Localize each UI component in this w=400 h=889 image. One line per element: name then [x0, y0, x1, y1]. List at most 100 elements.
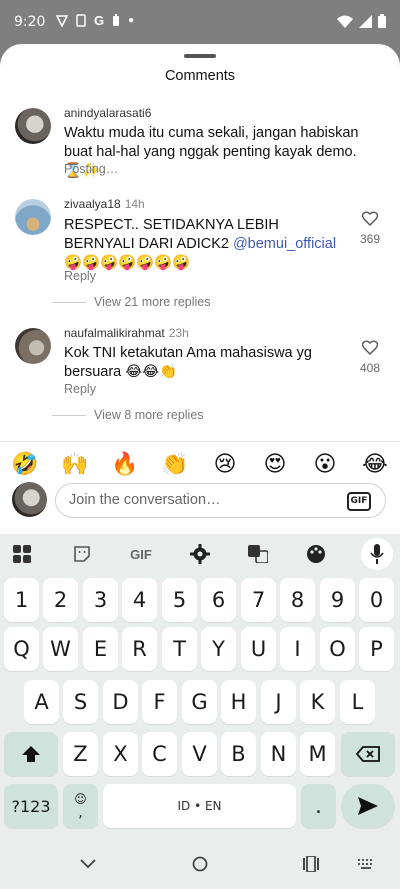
- emoji-button[interactable]: 😂: [360, 451, 390, 477]
- key[interactable]: I: [280, 627, 315, 671]
- key[interactable]: Y: [201, 627, 236, 671]
- shift-key[interactable]: [4, 732, 58, 776]
- status-notification-icons: G ●: [56, 13, 134, 28]
- key[interactable]: F: [142, 680, 177, 724]
- gif-button[interactable]: GIF: [347, 492, 371, 511]
- avatar[interactable]: [15, 328, 51, 364]
- comment-item: naufalmalikirahmat 23h Kok TNI ketakutan …: [0, 324, 400, 434]
- theme-button[interactable]: [300, 538, 332, 570]
- key[interactable]: N: [261, 732, 296, 776]
- send-arrow-icon: [358, 797, 378, 815]
- period-key[interactable]: .: [301, 784, 336, 828]
- heart-outline-icon: [362, 211, 378, 226]
- sticker-button[interactable]: [66, 538, 98, 570]
- key[interactable]: D: [103, 680, 138, 724]
- translate-button[interactable]: [242, 538, 274, 570]
- palette-icon: [307, 545, 325, 563]
- key[interactable]: C: [142, 732, 177, 776]
- gif-keyboard-button[interactable]: GIF: [124, 538, 158, 570]
- key[interactable]: 5: [162, 578, 197, 622]
- key[interactable]: 6: [201, 578, 236, 622]
- key[interactable]: V: [182, 732, 217, 776]
- reply-button[interactable]: Reply: [64, 269, 96, 283]
- comment-time: 14h: [124, 197, 145, 211]
- divider-line: [52, 301, 86, 303]
- key[interactable]: J: [261, 680, 296, 724]
- key[interactable]: R: [122, 627, 157, 671]
- key[interactable]: H: [221, 680, 256, 724]
- comment-time: 23h: [168, 326, 189, 340]
- comment-username[interactable]: anindyalarasati6: [64, 106, 151, 120]
- home-circle-icon[interactable]: [192, 856, 208, 872]
- emoji-button[interactable]: 😮: [310, 451, 340, 477]
- chevron-down-icon[interactable]: [80, 859, 96, 869]
- key[interactable]: 9: [320, 578, 355, 622]
- backspace-key[interactable]: [341, 732, 395, 776]
- keyboard-switch-icon[interactable]: [358, 859, 374, 869]
- avatar[interactable]: [15, 199, 51, 235]
- view-more-replies[interactable]: View 21 more replies: [52, 295, 211, 309]
- key[interactable]: K: [300, 680, 335, 724]
- emoji-button[interactable]: 🤣: [10, 451, 40, 477]
- apps-grid-button[interactable]: [6, 538, 38, 570]
- like-button[interactable]: 369: [356, 211, 384, 246]
- emoji-comma-key[interactable]: ☺ ,: [63, 784, 98, 828]
- key[interactable]: 2: [43, 578, 78, 622]
- key[interactable]: E: [83, 627, 118, 671]
- key[interactable]: 8: [280, 578, 315, 622]
- comment-composer[interactable]: GIF: [55, 483, 386, 518]
- drag-handle[interactable]: [184, 54, 216, 58]
- key[interactable]: P: [359, 627, 394, 671]
- view-more-replies[interactable]: View 8 more replies: [52, 408, 204, 422]
- my-avatar: [12, 482, 47, 517]
- key[interactable]: A: [24, 680, 59, 724]
- key[interactable]: T: [162, 627, 197, 671]
- key[interactable]: Q: [4, 627, 39, 671]
- wifi-icon: [337, 15, 353, 28]
- reply-button[interactable]: Reply: [64, 382, 96, 396]
- key[interactable]: 4: [122, 578, 157, 622]
- comment-username[interactable]: zivaalya18 14h: [64, 197, 145, 211]
- key[interactable]: 3: [83, 578, 118, 622]
- like-count: 408: [359, 361, 381, 375]
- posting-status: Posting…: [64, 162, 119, 176]
- key[interactable]: U: [241, 627, 276, 671]
- emoji-button[interactable]: 😢: [210, 451, 240, 477]
- avatar[interactable]: [15, 108, 51, 144]
- mention-link[interactable]: @bemui_official: [233, 236, 336, 252]
- send-key[interactable]: [341, 784, 395, 828]
- username-text: naufalmalikirahmat: [64, 326, 165, 340]
- like-button[interactable]: 408: [356, 340, 384, 375]
- key[interactable]: X: [103, 732, 138, 776]
- key[interactable]: M: [300, 732, 335, 776]
- key[interactable]: B: [221, 732, 256, 776]
- emoji-button[interactable]: 🔥: [110, 451, 140, 477]
- vpn-icon: [56, 14, 68, 27]
- emoji-button[interactable]: 👏: [160, 451, 190, 477]
- key[interactable]: S: [63, 680, 98, 724]
- keyboard-row-2: A S D F G H J K L: [0, 680, 400, 726]
- space-key[interactable]: ID • EN: [103, 784, 296, 828]
- emoji-button[interactable]: 🙌: [60, 451, 90, 477]
- signal-icon: [359, 14, 372, 28]
- recents-icon[interactable]: [303, 856, 319, 872]
- keyboard-row-numbers: 1 2 3 4 5 6 7 8 9 0: [0, 578, 400, 624]
- comma-label: ,: [78, 805, 83, 821]
- key[interactable]: 1: [4, 578, 39, 622]
- key[interactable]: O: [320, 627, 355, 671]
- emoji-button[interactable]: 😍: [260, 451, 290, 477]
- status-system-icons: [337, 14, 386, 28]
- comment-input[interactable]: [69, 492, 329, 508]
- key[interactable]: L: [340, 680, 375, 724]
- symbols-key[interactable]: ?123: [4, 784, 58, 828]
- status-time: 9:20: [14, 14, 46, 30]
- voice-input-button[interactable]: [361, 538, 393, 570]
- key[interactable]: Z: [63, 732, 98, 776]
- key[interactable]: 7: [241, 578, 276, 622]
- key[interactable]: 0: [359, 578, 394, 622]
- emoji-quick-bar: 🤣 🙌 🔥 👏 😢 😍 😮 😂: [0, 448, 400, 480]
- settings-button[interactable]: [184, 538, 216, 570]
- key[interactable]: G: [182, 680, 217, 724]
- key[interactable]: W: [43, 627, 78, 671]
- comment-username[interactable]: naufalmalikirahmat 23h: [64, 326, 189, 340]
